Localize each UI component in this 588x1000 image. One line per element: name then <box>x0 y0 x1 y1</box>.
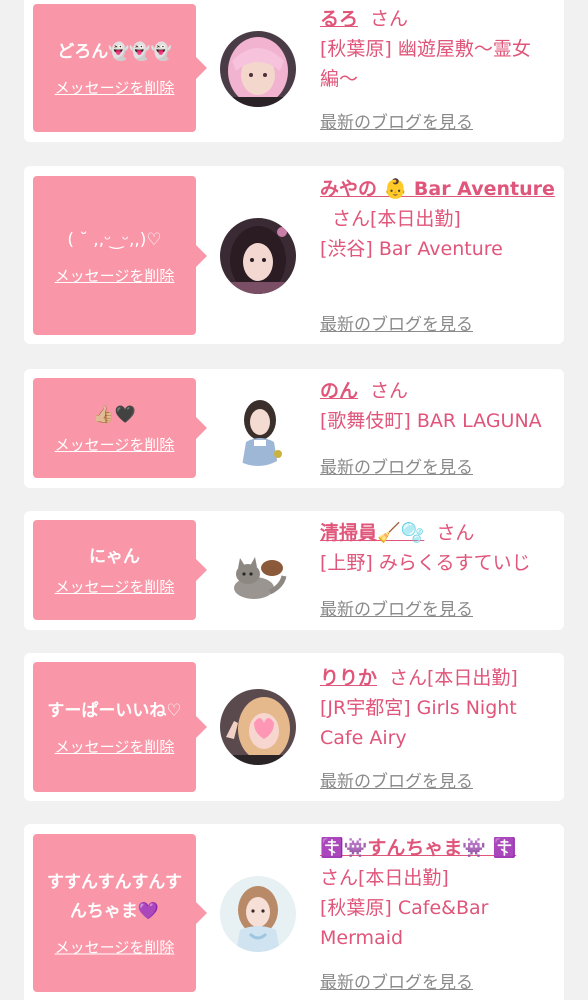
delete-message-link[interactable]: メッセージを削除 <box>55 937 175 958</box>
cast-name-link[interactable]: りりか <box>320 667 377 689</box>
latest-blog-link[interactable]: 最新のブログを見る <box>320 108 473 133</box>
avatar[interactable] <box>220 689 296 765</box>
name-suffix: さん[本日出勤] <box>320 867 449 889</box>
name-suffix: さん[本日出勤] <box>389 667 518 689</box>
cast-info: ☦️👾すんちゃま👾 ☦️ さん[本日出勤] [秋葉原] Cafe&Bar Mer… <box>320 833 556 953</box>
message-bubble: ( ˘ ,,ᵕ ͜ ᵕ,,)♡ メッセージを削除 <box>33 176 207 335</box>
cast-info: りりか さん[本日出勤] [JR宇都宮] Girls Night Cafe Air… <box>320 663 556 753</box>
name-suffix: さん <box>370 380 409 402</box>
delete-message-link[interactable]: メッセージを削除 <box>55 576 175 597</box>
delete-message-link[interactable]: メッセージを削除 <box>55 265 175 286</box>
name-suffix: さん <box>436 522 475 544</box>
latest-blog-link[interactable]: 最新のブログを見る <box>320 453 473 478</box>
avatar[interactable] <box>220 31 296 107</box>
message-card: どろん👻👻👻 メッセージを削除 るろ さん [秋葉原] 幽遊屋敷〜霊女編〜 最新の… <box>24 0 564 142</box>
shop-name: [秋葉原] Cafe&Bar Mermaid <box>320 897 489 949</box>
latest-blog-link[interactable]: 最新のブログを見る <box>320 968 473 993</box>
message-text: にゃん <box>89 547 140 567</box>
cast-name-link[interactable]: 清掃員🧹🫧 <box>320 522 424 544</box>
cast-info: みやの 👶 Bar Aventure さん[本日出勤] [渋谷] Bar Aven… <box>320 174 556 264</box>
latest-blog-link[interactable]: 最新のブログを見る <box>320 310 473 335</box>
message-bubble: どろん👻👻👻 メッセージを削除 <box>33 4 207 132</box>
message-text: すーぱーいいね♡ <box>47 701 182 721</box>
message-bubble: すーぱーいいね♡ メッセージを削除 <box>33 662 207 792</box>
delete-message-link[interactable]: メッセージを削除 <box>55 77 175 98</box>
message-text: 👍🏼🖤 <box>93 405 136 425</box>
cast-info: のん さん [歌舞伎町] BAR LAGUNA <box>320 376 556 436</box>
cast-name-link[interactable]: みやの 👶 Bar Aventure <box>320 178 555 200</box>
cast-name-link[interactable]: のん <box>320 380 358 402</box>
message-card: にゃん メッセージを削除 清掃員🧹🫧 さん [上野] みらくるすていじ 最新のブロ… <box>24 511 564 630</box>
message-card: すーぱーいいね♡ メッセージを削除 りりか さん[本日出勤] [JR宇都宮] Gi… <box>24 653 564 801</box>
latest-blog-link[interactable]: 最新のブログを見る <box>320 595 473 620</box>
cast-name-link[interactable]: ☦️👾すんちゃま👾 ☦️ <box>320 837 516 859</box>
delete-message-link[interactable]: メッセージを削除 <box>55 434 175 455</box>
message-card: 👍🏼🖤 メッセージを削除 のん さん [歌舞伎町] BAR LAGUNA 最新のブ… <box>24 369 564 488</box>
cast-info: 清掃員🧹🫧 さん [上野] みらくるすていじ <box>320 518 556 578</box>
avatar[interactable] <box>220 218 296 294</box>
message-card: すすんすんすんすんちゃま💜 メッセージを削除 ☦️👾すんちゃま👾 ☦️ さん[本… <box>24 824 564 1000</box>
avatar[interactable] <box>220 532 296 608</box>
message-bubble: 👍🏼🖤 メッセージを削除 <box>33 378 207 478</box>
shop-name: [秋葉原] 幽遊屋敷〜霊女編〜 <box>320 38 531 90</box>
message-text: すすんすんすんすんちゃま💜 <box>47 872 182 922</box>
message-text: ( ˘ ,,ᵕ ͜ ᵕ,,)♡ <box>67 229 162 250</box>
shop-name: [歌舞伎町] BAR LAGUNA <box>320 410 542 432</box>
avatar[interactable] <box>220 876 296 952</box>
message-feed: どろん👻👻👻 メッセージを削除 るろ さん [秋葉原] 幽遊屋敷〜霊女編〜 最新の… <box>0 0 588 1000</box>
delete-message-link[interactable]: メッセージを削除 <box>55 736 175 757</box>
shop-name: [上野] みらくるすていじ <box>320 552 531 574</box>
latest-blog-link[interactable]: 最新のブログを見る <box>320 767 473 792</box>
shop-name: [JR宇都宮] Girls Night Cafe Airy <box>320 697 517 749</box>
avatar[interactable] <box>220 390 296 466</box>
shop-name: [渋谷] Bar Aventure <box>320 238 503 260</box>
message-bubble: すすんすんすんすんちゃま💜 メッセージを削除 <box>33 834 207 992</box>
message-card: ( ˘ ,,ᵕ ͜ ᵕ,,)♡ メッセージを削除 みやの 👶 Bar Avent… <box>24 166 564 344</box>
message-text: どろん👻👻👻 <box>57 42 172 62</box>
message-bubble: にゃん メッセージを削除 <box>33 520 207 620</box>
name-suffix: さん[本日出勤] <box>332 208 461 230</box>
cast-info: るろ さん [秋葉原] 幽遊屋敷〜霊女編〜 <box>320 4 556 94</box>
name-suffix: さん <box>370 8 409 30</box>
cast-name-link[interactable]: るろ <box>320 8 358 30</box>
